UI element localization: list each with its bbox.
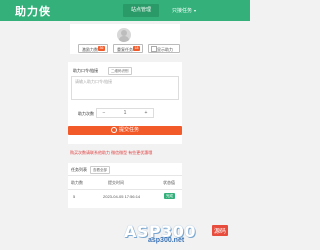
nav-tasks-dropdown[interactable]: 只接任务 ▾ — [172, 4, 196, 17]
nav-tasks-label: 只接任务 — [172, 8, 193, 14]
avatar — [117, 28, 131, 42]
show-boost-button[interactable]: 显示助力 — [148, 44, 180, 53]
watermark-url: asp300.net — [148, 237, 185, 244]
submit-task-button[interactable]: 提交任务 — [68, 126, 182, 135]
task-form-card: 助力口令/链接 二维码识别 请输入助力口令/链接 助力次数 − 1 + 提交任务 — [68, 62, 182, 144]
boost-count-button[interactable]: 激励力数 36 — [78, 44, 108, 53]
col-count: 助力数 — [71, 180, 83, 185]
records-title: 任务列表 — [71, 167, 87, 172]
boost-count-badge: 36 — [98, 46, 105, 51]
watermark-logo: ASP300 源码 asp300.net — [124, 222, 244, 246]
table-divider — [68, 189, 182, 190]
col-status: 状态值 — [163, 180, 175, 185]
app-logo: 助力侠 — [15, 6, 51, 18]
count-value[interactable]: 1 — [111, 110, 139, 116]
link-input-placeholder: 请输入助力口令/链接 — [75, 79, 113, 84]
checkbox-icon — [151, 46, 157, 52]
row-count: 5 — [73, 194, 76, 199]
repeat-task-button[interactable]: 重复任务 18 — [113, 44, 143, 53]
avatar-body-icon — [119, 36, 129, 42]
submit-label: 提交任务 — [118, 127, 139, 133]
increment-button[interactable]: + — [139, 110, 153, 116]
app-header: 助力侠 站点管理 只接任务 ▾ — [0, 0, 250, 21]
link-label: 助力口令/链接 — [73, 68, 99, 73]
decrement-button[interactable]: − — [97, 110, 111, 116]
row-time: 2023-04-05 17:56:14 — [103, 194, 141, 199]
nav-site-manage[interactable]: 站点管理 — [123, 4, 159, 17]
submit-icon — [110, 126, 117, 133]
boost-count-label: 激励力数 — [82, 47, 98, 52]
repeat-task-badge: 18 — [133, 46, 140, 51]
qr-scan-tag[interactable]: 二维码识别 — [108, 67, 132, 75]
records-table: 助力数 提交时间 状态值 5 2023-04-05 17:56:14 完成 — [68, 180, 182, 208]
count-stepper[interactable]: − 1 + — [96, 108, 154, 118]
records-divider — [68, 175, 182, 176]
records-card: 任务列表 查看全部 助力数 提交时间 状态值 5 2023-04-05 17:5… — [68, 163, 182, 208]
chevron-down-icon: ▾ — [194, 8, 197, 13]
count-label: 助力次数 — [78, 111, 94, 116]
repeat-task-label: 重复任务 — [117, 47, 133, 52]
watermark-tag: 源码 — [212, 225, 229, 236]
purchase-warning: 购买次数请联系他助力 微信微型 有些更优惠哦 — [70, 150, 153, 155]
link-input[interactable]: 请输入助力口令/链接 — [71, 76, 179, 100]
view-all-tag[interactable]: 查看全部 — [90, 166, 110, 174]
show-boost-label: 显示助力 — [157, 47, 173, 52]
row-status-button[interactable]: 完成 — [164, 193, 175, 199]
col-time: 提交时间 — [108, 180, 124, 185]
